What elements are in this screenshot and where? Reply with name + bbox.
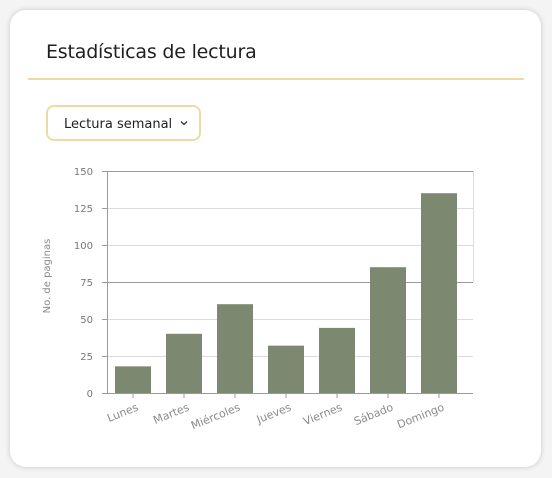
bar bbox=[217, 304, 253, 393]
y-tick-label: 50 bbox=[80, 315, 93, 326]
bar bbox=[421, 193, 457, 393]
y-axis-label: No. de paginas bbox=[42, 239, 53, 314]
y-tick-label: 125 bbox=[74, 204, 93, 215]
x-tick-label: Miércoles bbox=[189, 401, 242, 433]
bar bbox=[268, 345, 304, 393]
y-tick-label: 100 bbox=[74, 241, 93, 252]
y-tick-label: 25 bbox=[80, 352, 93, 363]
x-tick-label: Viernes bbox=[301, 401, 344, 428]
y-tick-label: 0 bbox=[87, 389, 93, 400]
x-tick-label: Jueves bbox=[254, 401, 293, 427]
y-axis-ticks: 0 25 50 75 100 125 150 bbox=[74, 167, 107, 400]
x-tick-label: Sábado bbox=[352, 401, 395, 429]
x-tick-label: Lunes bbox=[105, 401, 140, 425]
weekly-reading-chart: 0 25 50 75 100 125 150 Lunes MartesMiércoles Jue… bbox=[42, 167, 474, 432]
y-tick-label: 75 bbox=[80, 278, 93, 289]
x-axis-ticks: Lunes MartesMiércoles Jueves Viernes Sábado D… bbox=[105, 393, 446, 432]
x-tick-label: Domingo bbox=[395, 401, 446, 432]
bar bbox=[115, 366, 151, 393]
bar bbox=[319, 327, 355, 393]
chart-bars bbox=[115, 193, 457, 393]
x-tick-label: Martes bbox=[151, 401, 191, 427]
y-tick-label: 150 bbox=[74, 167, 93, 178]
bar bbox=[166, 333, 202, 393]
bar bbox=[370, 267, 406, 393]
